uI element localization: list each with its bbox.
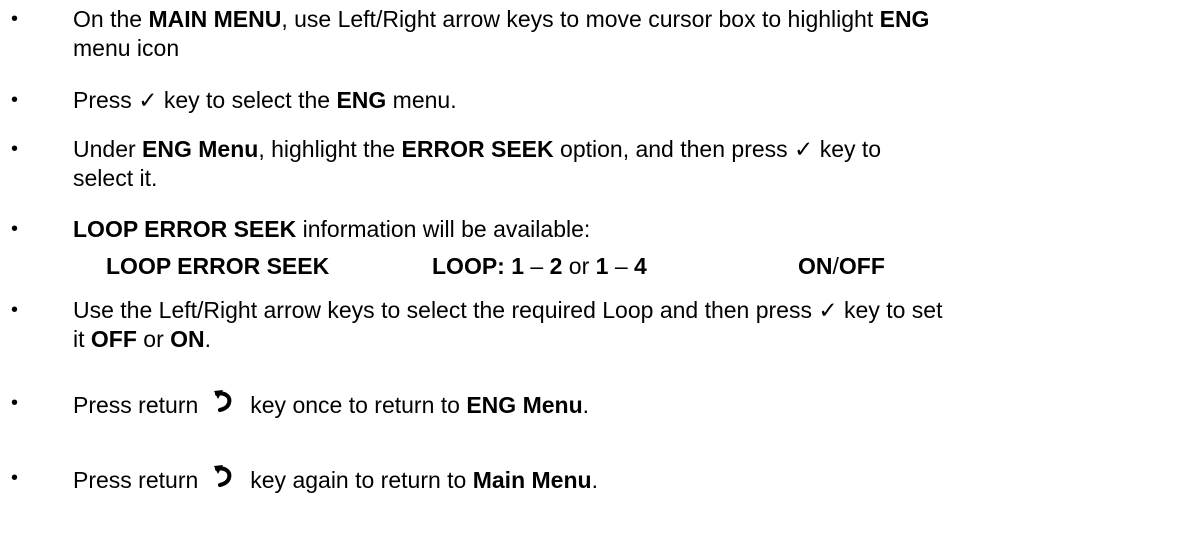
- text: , use Left/Right arrow keys to move curs…: [281, 6, 880, 32]
- bold-text: ON: [170, 326, 205, 352]
- bold-text: LOOP ERROR SEEK: [73, 216, 297, 242]
- bold-text: ERROR SEEK: [401, 136, 554, 162]
- text: menu icon: [73, 35, 180, 61]
- text: or: [136, 326, 171, 352]
- bullet-icon: [11, 5, 21, 34]
- text: Press return: [73, 392, 199, 418]
- text: select it.: [73, 165, 158, 191]
- text: key to set: [837, 297, 943, 323]
- bullet-icon: [11, 86, 21, 115]
- list-item: Under ENG Menu, highlight the ERROR SEEK…: [73, 135, 1163, 193]
- loop-range: LOOP: 1 – 2 or 1 – 4: [432, 252, 647, 281]
- text: key again to return to: [250, 467, 473, 493]
- loop-error-seek-line: LOOP ERROR SEEK LOOP: 1 – 2 or 1 – 4 ON/…: [106, 252, 1006, 281]
- text: .: [204, 326, 212, 352]
- text: information will be available:: [296, 216, 591, 242]
- text: Use the Left/Right arrow keys to select …: [73, 297, 819, 323]
- text: key to: [813, 136, 882, 162]
- instruction-document: On the MAIN MENU, use Left/Right arrow k…: [0, 0, 1178, 534]
- loop-number: 4: [634, 253, 647, 279]
- list-item: LOOP ERROR SEEK information will be avai…: [73, 215, 1163, 244]
- bold-text: MAIN MENU: [148, 6, 282, 32]
- list-item: Press return key again to return to Main …: [73, 464, 1163, 495]
- text: it: [73, 326, 91, 352]
- bold-text: ENG: [336, 87, 387, 113]
- text: On the: [73, 6, 149, 32]
- off-text: OFF: [838, 253, 885, 279]
- bold-text: Main Menu: [472, 467, 592, 493]
- loop-number: 2: [549, 253, 563, 279]
- dash: –: [524, 253, 550, 279]
- loop-number: 1: [595, 253, 609, 279]
- list-item: Use the Left/Right arrow keys to select …: [73, 296, 1163, 354]
- loop-error-seek-label: LOOP ERROR SEEK: [106, 253, 330, 279]
- text: key to select the: [157, 87, 337, 113]
- bold-text: ENG Menu: [466, 392, 583, 418]
- bullet-icon: [11, 464, 21, 493]
- return-arrow-icon: [212, 389, 236, 415]
- loop-prefix: LOOP:: [432, 253, 512, 279]
- bold-text: OFF: [90, 326, 137, 352]
- loop-number: 1: [511, 253, 525, 279]
- text: option, and then press: [553, 136, 795, 162]
- text: .: [591, 467, 598, 493]
- text: key once to return to: [250, 392, 467, 418]
- on-off-toggle-label: ON/OFF: [798, 252, 885, 281]
- checkmark-icon: ✓: [818, 297, 838, 323]
- checkmark-icon: ✓: [138, 87, 158, 113]
- bullet-icon: [11, 296, 21, 325]
- on-text: ON: [798, 253, 833, 279]
- text: .: [582, 392, 590, 418]
- checkmark-icon: ✓: [794, 136, 814, 162]
- list-item: On the MAIN MENU, use Left/Right arrow k…: [73, 5, 1163, 63]
- or-text: or: [562, 253, 596, 279]
- list-item: Press return key once to return to ENG Me…: [73, 389, 1163, 420]
- bullet-icon: [11, 135, 21, 164]
- dash: –: [608, 253, 635, 279]
- list-item: Press ✓ key to select the ENG menu.: [73, 86, 1163, 115]
- text: Press: [73, 87, 139, 113]
- bullet-icon: [11, 389, 21, 418]
- bullet-icon: [11, 215, 21, 244]
- text: Press return: [73, 467, 199, 493]
- text: Under: [73, 136, 143, 162]
- text: menu.: [386, 87, 457, 113]
- text: , highlight the: [258, 136, 402, 162]
- bold-text: ENG Menu: [142, 136, 259, 162]
- return-arrow-icon: [212, 464, 236, 490]
- bold-text: ENG: [879, 6, 930, 32]
